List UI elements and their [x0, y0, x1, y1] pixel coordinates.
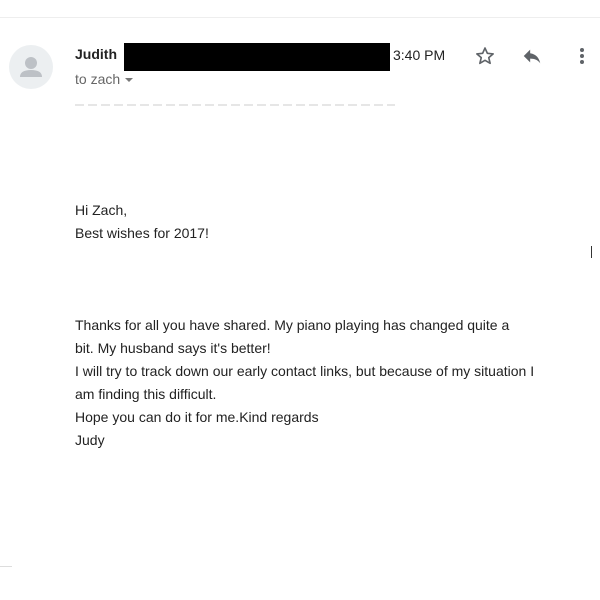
more-options-button[interactable]	[569, 43, 595, 69]
body-line: I will try to track down our early conta…	[75, 363, 535, 379]
greeting-line: Hi Zach,	[75, 202, 128, 218]
edge-divider	[0, 566, 12, 567]
caret-down-icon	[125, 78, 134, 82]
greeting-block: Hi Zach, Best wishes for 2017!	[75, 199, 209, 245]
message-time: 3:40 PM	[393, 47, 446, 63]
body-line: Thanks for all you have shared. My piano…	[75, 317, 510, 333]
reply-button[interactable]	[519, 43, 545, 69]
star-outline-icon	[476, 47, 494, 65]
sender-name[interactable]: Judith	[75, 46, 117, 62]
email-view: Judith 3:40 PM to zach Hi Zach, Best wis…	[0, 0, 600, 600]
body-line: am finding this difficult.	[75, 386, 217, 402]
stray-mark	[591, 246, 592, 258]
recipient-details-toggle[interactable]: to zach	[75, 71, 134, 87]
sender-avatar[interactable]	[9, 45, 53, 89]
star-button[interactable]	[472, 43, 498, 69]
redaction-bar	[124, 43, 390, 71]
message-body: Thanks for all you have shared. My piano…	[75, 314, 595, 452]
more-vert-icon	[580, 48, 584, 64]
signature-line: Judy	[75, 432, 105, 448]
recipient-label: to zach	[75, 71, 121, 87]
reply-icon	[523, 49, 541, 64]
top-divider	[0, 17, 600, 18]
body-line: bit. My husband says it's better!	[75, 340, 271, 356]
body-line: Hope you can do it for me.Kind regards	[75, 409, 319, 425]
greeting-line: Best wishes for 2017!	[75, 225, 209, 241]
faded-quoted-header	[75, 104, 395, 106]
person-icon	[20, 57, 42, 77]
